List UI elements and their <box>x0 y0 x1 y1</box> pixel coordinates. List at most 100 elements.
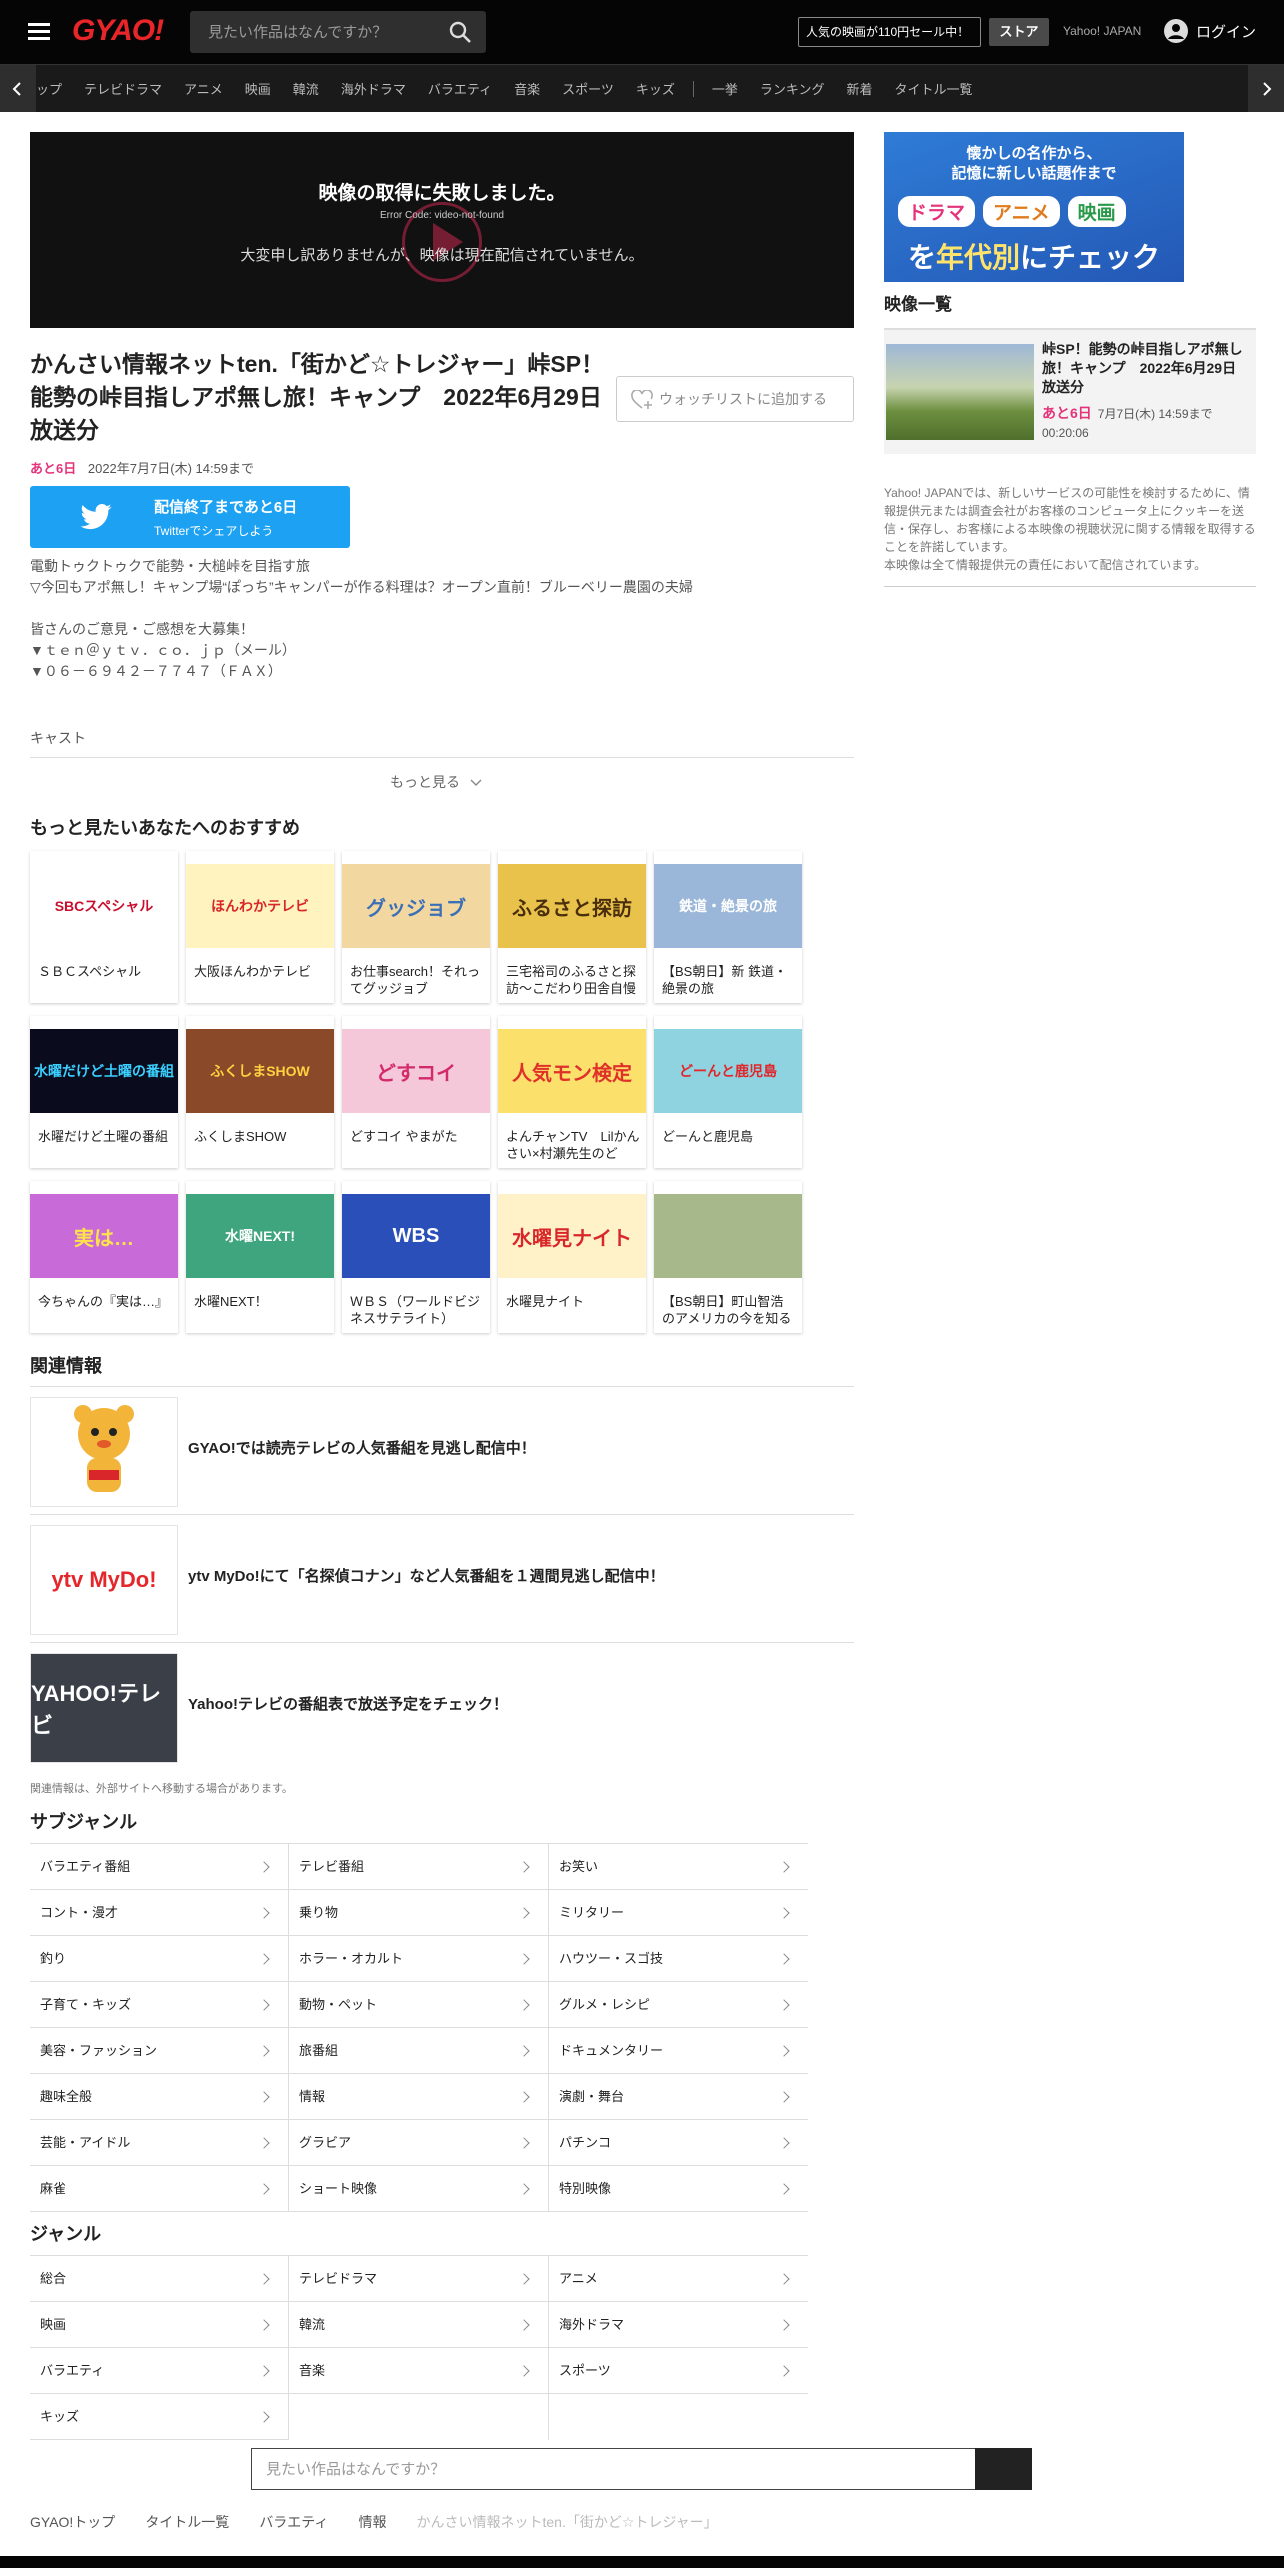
subgenre-link[interactable]: 芸能・アイドル <box>30 2120 289 2166</box>
footer-search-input[interactable] <box>251 2448 977 2490</box>
breadcrumb-top[interactable]: GYAO!トップ <box>30 2512 115 2532</box>
genre-link[interactable]: 音楽 <box>289 2348 549 2394</box>
video-player[interactable]: 映像の取得に失敗しました。 Error Code: video-not-foun… <box>30 132 854 328</box>
related-item[interactable]: YAHOO!テレビ Yahoo!テレビの番組表で放送予定をチェック！ <box>30 1642 854 1763</box>
genre-link[interactable]: アニメ <box>549 2256 808 2302</box>
show-more-button[interactable]: もっと見る <box>390 772 482 792</box>
related-note: 関連情報は、外部サイトへ移動する場合があります。 <box>30 1783 293 1795</box>
nav-prev-button[interactable] <box>0 65 36 112</box>
search-icon[interactable] <box>448 20 472 44</box>
menu-icon[interactable] <box>28 23 50 41</box>
recommend-card[interactable]: 水曜NEXT! 水曜NEXT！ <box>186 1181 334 1333</box>
gyao-logo[interactable]: GYAO! <box>72 14 164 48</box>
nav-item-new[interactable]: 新着 <box>846 79 872 98</box>
subgenre-link[interactable]: 趣味全般 <box>30 2074 289 2120</box>
nav-next-button[interactable] <box>1248 65 1284 112</box>
subgenre-link[interactable]: グルメ・レシピ <box>549 1982 808 2028</box>
yahoo-japan-link[interactable]: Yahoo! JAPAN <box>1063 24 1141 38</box>
recommend-card[interactable]: 水曜だけど土曜の番組 水曜だけど土曜の番組 <box>30 1016 178 1168</box>
nav-item-korea[interactable]: 韓流 <box>293 79 319 98</box>
genre-link[interactable]: スポーツ <box>549 2348 808 2394</box>
twitter-sub-label: Twitterでシェアしよう <box>154 524 274 538</box>
related-item[interactable]: GYAO!では読売テレビの人気番組を見逃し配信中！ <box>30 1386 854 1507</box>
nav-item-movie[interactable]: 映画 <box>245 79 271 98</box>
recommend-card[interactable]: グッジョブ お仕事search！それってグッジョブ <box>342 851 490 1003</box>
video-list-item[interactable]: 峠SP！能勢の峠目指しアポ無し旅！キャンプ 2022年6月29日放送分 あと6日… <box>884 328 1256 454</box>
subgenre-link[interactable]: 乗り物 <box>289 1890 549 1936</box>
genre-link[interactable]: キッズ <box>30 2394 289 2440</box>
genre-link[interactable]: バラエティ <box>30 2348 289 2394</box>
subgenre-link[interactable]: 旅番組 <box>289 2028 549 2074</box>
subgenre-link[interactable]: 情報 <box>289 2074 549 2120</box>
genre-link[interactable]: テレビドラマ <box>289 2256 549 2302</box>
nav-item-anime[interactable]: アニメ <box>184 79 223 98</box>
recommend-title: よんチャンTV Lilかんさい×村瀬先生のど <box>506 1129 640 1161</box>
nav-item-binge[interactable]: 一挙 <box>712 79 738 98</box>
watchlist-button[interactable]: ウォッチリストに追加する <box>616 376 854 422</box>
login-button[interactable]: ログイン <box>1164 19 1256 43</box>
related-item[interactable]: ytv MyDo! ytv MyDo!にて「名探偵コナン」など人気番組を１週間見逃… <box>30 1514 854 1635</box>
subgenre-link[interactable]: ハウツー・スゴ技 <box>549 1936 808 1982</box>
nav-item-top[interactable]: ップ <box>36 79 62 98</box>
twitter-share-button[interactable]: 配信終了まであと6日 Twitterでシェアしよう <box>30 486 350 548</box>
subgenre-link[interactable]: 演劇・舞台 <box>549 2074 808 2120</box>
subgenre-link[interactable]: 釣り <box>30 1936 289 1982</box>
nav-item-kids[interactable]: キッズ <box>636 79 675 98</box>
nav-item-sports[interactable]: スポーツ <box>562 79 614 98</box>
subgenre-link[interactable]: 麻雀 <box>30 2166 289 2212</box>
subgenre-link[interactable]: コント・漫才 <box>30 1890 289 1936</box>
recommend-card[interactable]: 人気モン検定 よんチャンTV Lilかんさい×村瀬先生のど <box>498 1016 646 1168</box>
recommend-title: 【BS朝日】新 鉄道・絶景の旅 <box>662 964 787 996</box>
subgenre-link[interactable]: お笑い <box>549 1844 808 1890</box>
ad-banner[interactable]: 懐かしの名作から、 記憶に新しい話題作まで ドラマ アニメ 映画 を年代別にチェ… <box>884 132 1184 282</box>
footer-search-button[interactable] <box>975 2448 1032 2490</box>
subgenre-link[interactable]: ショート映像 <box>289 2166 549 2212</box>
subgenre-link[interactable]: パチンコ <box>549 2120 808 2166</box>
recommend-thumbnail: グッジョブ <box>342 864 490 948</box>
recommend-title: どーんと鹿児島 <box>662 1129 754 1144</box>
recommend-title: どすコイ やまがた <box>350 1129 458 1144</box>
recommend-card[interactable]: ほんわかテレビ 大阪ほんわかテレビ <box>186 851 334 1003</box>
store-button[interactable]: ストア <box>989 18 1049 46</box>
recommend-card[interactable]: 実は… 今ちゃんの『実は…』 <box>30 1181 178 1333</box>
recommend-card[interactable]: 鉄道・絶景の旅 【BS朝日】新 鉄道・絶景の旅 <box>654 851 802 1003</box>
recommend-card[interactable]: ふるさと探訪 三宅裕司のふるさと探訪～こだわり田舎自慢 <box>498 851 646 1003</box>
recommend-card[interactable]: どすコイどすコイ やまがた <box>342 1016 490 1168</box>
subgenre-link[interactable]: ミリタリー <box>549 1890 808 1936</box>
nav-item-variety[interactable]: バラエティ <box>428 79 492 98</box>
nav-item-drama[interactable]: テレビドラマ <box>84 79 162 98</box>
subgenre-link[interactable]: 美容・ファッション <box>30 2028 289 2074</box>
subgenre-link[interactable]: 特別映像 <box>549 2166 808 2212</box>
subgenre-link[interactable]: テレビ番組 <box>289 1844 549 1890</box>
subgenre-link[interactable]: 子育て・キッズ <box>30 1982 289 2028</box>
recommend-card[interactable]: WBS ＷＢＳ（ワールドビジネスサテライト） <box>342 1181 490 1333</box>
recommend-thumbnail: ふくしまSHOW <box>186 1029 334 1113</box>
end-date: 2022年7月7日(木) 14:59まで <box>87 461 255 476</box>
subgenre-link[interactable]: 動物・ペット <box>289 1982 549 2028</box>
nav-item-overseas-drama[interactable]: 海外ドラマ <box>341 79 406 98</box>
nav-item-title-list[interactable]: タイトル一覧 <box>895 79 973 98</box>
subgenre-link[interactable]: ドキュメンタリー <box>549 2028 808 2074</box>
subgenre-link[interactable]: バラエティ番組 <box>30 1844 289 1890</box>
breadcrumb-title-list[interactable]: タイトル一覧 <box>145 2512 229 2532</box>
genre-link[interactable]: 韓流 <box>289 2302 549 2348</box>
breadcrumb-info[interactable]: 情報 <box>358 2512 386 2532</box>
genre-link[interactable]: 海外ドラマ <box>549 2302 808 2348</box>
recommend-card[interactable]: どーんと鹿児島 どーんと鹿児島 <box>654 1016 802 1168</box>
recommend-card[interactable]: 【BS朝日】町山智浩のアメリカの今を知る <box>654 1181 802 1333</box>
search-input[interactable] <box>190 11 440 53</box>
recommend-card[interactable]: 水曜見ナイト 水曜見ナイト <box>498 1181 646 1333</box>
genre-link[interactable]: 映画 <box>30 2302 289 2348</box>
nav-item-music[interactable]: 音楽 <box>514 79 540 98</box>
recommend-card[interactable]: SBCスペシャル ＳＢＣスペシャル <box>30 851 178 1003</box>
promo-link[interactable]: 人気の映画が110円セール中！ <box>798 17 981 47</box>
footer-search <box>251 2448 1032 2490</box>
divider <box>30 757 854 758</box>
nav-item-ranking[interactable]: ランキング <box>760 79 825 98</box>
subgenre-link[interactable]: ホラー・オカルト <box>289 1936 549 1982</box>
recommend-card[interactable]: ふくしまSHOW ふくしまSHOW <box>186 1016 334 1168</box>
recommend-thumbnail: どすコイ <box>342 1029 490 1113</box>
breadcrumb-variety[interactable]: バラエティ <box>259 2512 328 2532</box>
subgenre-link[interactable]: グラビア <box>289 2120 549 2166</box>
genre-link[interactable]: 総合 <box>30 2256 289 2302</box>
